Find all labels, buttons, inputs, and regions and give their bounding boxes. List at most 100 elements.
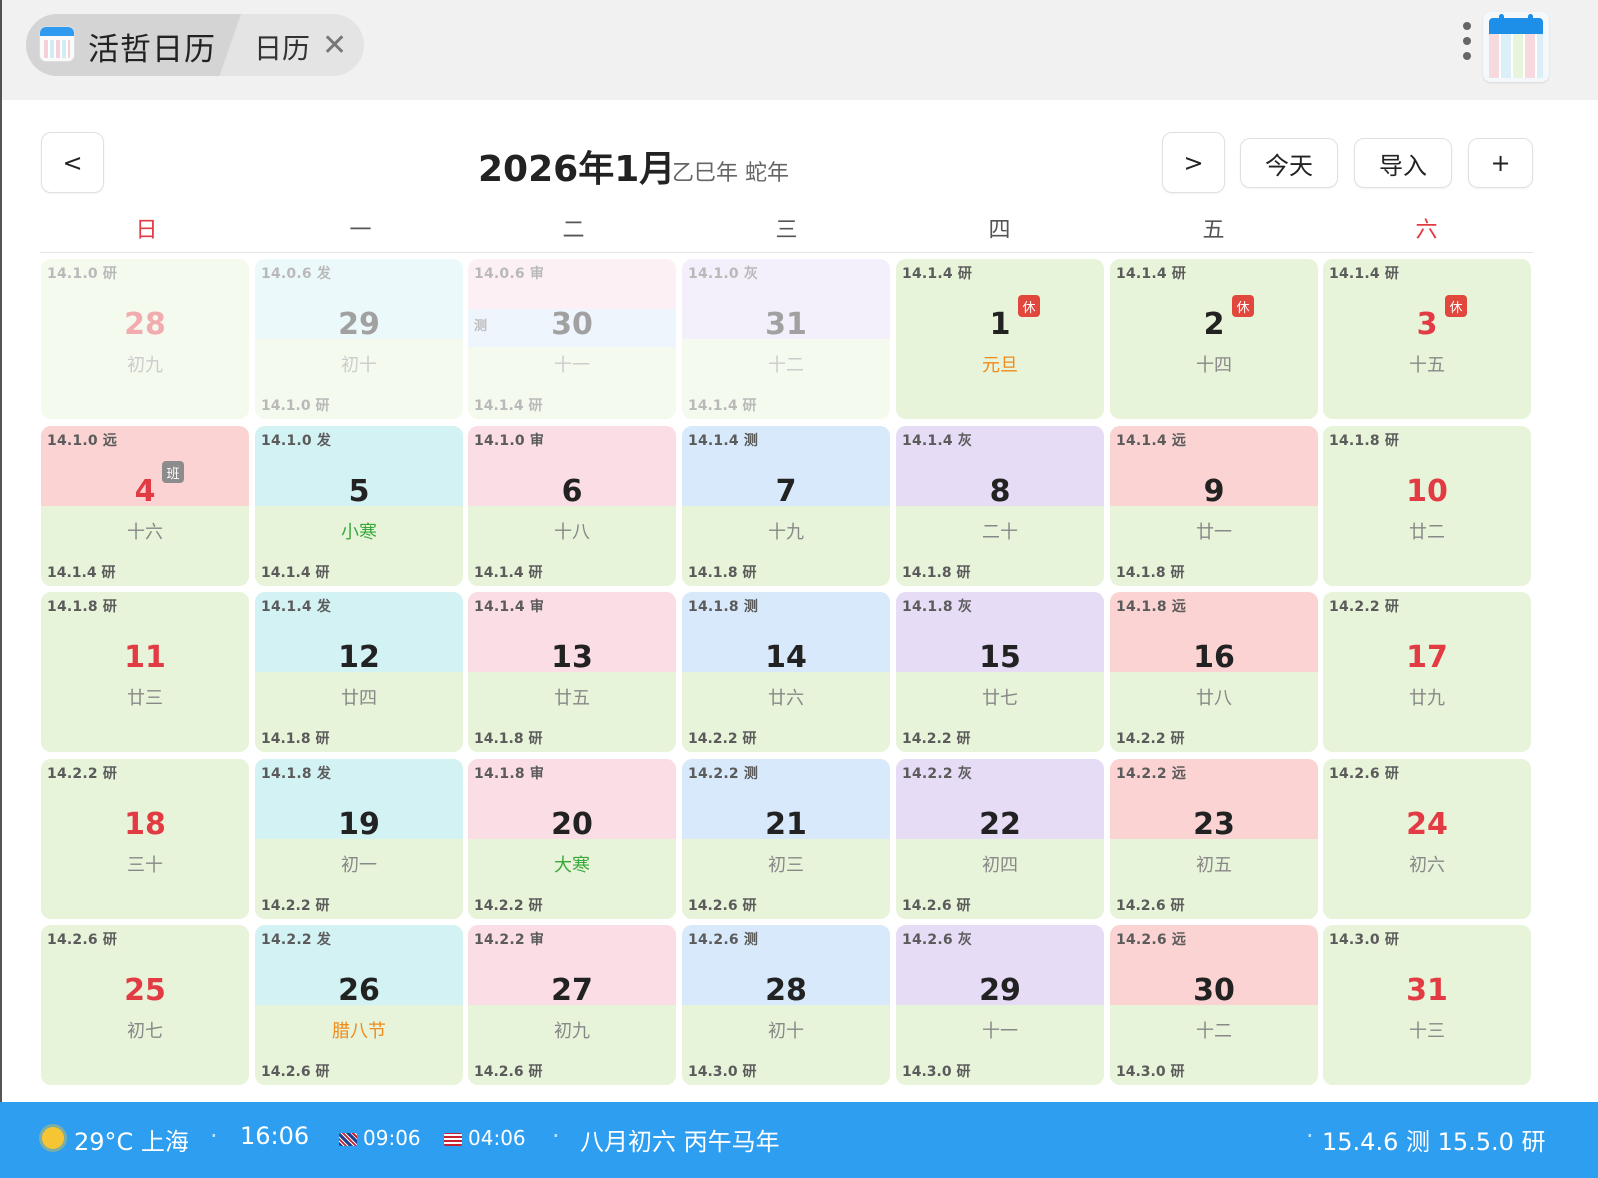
day-cell[interactable]: 14.1.8 研 10 廿二	[1323, 426, 1531, 586]
day-cell[interactable]: 14.1.0 审 6 十八 14.1.4 研	[468, 426, 676, 586]
import-button[interactable]: 导入	[1354, 138, 1452, 188]
ganzhi-year: 乙巳年 蛇年	[672, 161, 789, 186]
day-number: 13	[551, 640, 593, 675]
lunar-date: 十二	[768, 355, 804, 376]
event-label-top: 14.1.8 研	[1329, 433, 1400, 449]
lunar-date: 十五	[1409, 355, 1445, 376]
event-label-bottom: 14.1.4 研	[688, 398, 757, 414]
day-cell[interactable]: 14.2.2 灰 22 初四 14.2.6 研	[896, 759, 1104, 919]
day-cell[interactable]: 14.2.2 测 21 初三 14.2.6 研	[682, 759, 890, 919]
day-cell[interactable]: 14.1.4 研 3 十五 休	[1323, 259, 1531, 419]
day-number: 18	[124, 807, 166, 842]
event-label-top: 14.0.6 发	[261, 266, 332, 282]
lunar-date: 廿一	[1196, 522, 1232, 543]
holiday-badge: 休	[1445, 295, 1467, 317]
lunar-date: 初十	[341, 355, 377, 376]
event-label-bottom: 14.2.6 研	[688, 898, 757, 914]
lunar-date: 十三	[1409, 1021, 1445, 1042]
event-label-top: 14.1.0 灰	[688, 266, 759, 282]
next-month-button[interactable]: >	[1162, 132, 1225, 193]
day-cell[interactable]: 14.2.2 发 26 腊八节 14.2.6 研	[255, 925, 463, 1085]
day-cell[interactable]: 14.1.4 研 2 十四 休	[1110, 259, 1318, 419]
add-button[interactable]: +	[1468, 138, 1533, 188]
day-cell[interactable]: 14.3.0 研 31 十三	[1323, 925, 1531, 1085]
lunar-date: 元旦	[982, 355, 1018, 376]
tab-app[interactable]: 活哲日历	[26, 14, 241, 76]
lunar-date: 廿四	[341, 688, 377, 709]
weekday-header: 日 一 二 三 四 五 六	[40, 212, 1533, 253]
day-cell[interactable]: 14.2.2 远 23 初五 14.2.6 研	[1110, 759, 1318, 919]
lunar-date: 初三	[768, 855, 804, 876]
day-number: 16	[1193, 640, 1235, 675]
tab-strip: 活哲日历 日历 ✕	[26, 14, 364, 76]
day-cell[interactable]: 14.2.6 研 25 初七	[41, 925, 249, 1085]
more-vertical-icon[interactable]	[1457, 22, 1477, 66]
day-number: 26	[338, 973, 380, 1008]
event-label-bottom: 14.1.8 研	[1116, 565, 1185, 581]
event-label-top: 14.2.2 测	[688, 766, 759, 782]
day-number: 9	[1203, 474, 1225, 509]
day-cell[interactable]: 14.2.6 远 30 十二 14.3.0 研	[1110, 925, 1318, 1085]
event-label-bottom: 14.1.4 研	[47, 565, 116, 581]
day-cell[interactable]: 14.1.0 灰 31 十二 14.1.4 研	[682, 259, 890, 419]
day-cell[interactable]: 14.1.0 研 28 初九	[41, 259, 249, 419]
window-edge	[0, 0, 2, 1178]
close-icon[interactable]: ✕	[322, 28, 347, 63]
day-cell[interactable]: 14.1.8 审 20 大寒 14.2.2 研	[468, 759, 676, 919]
event-label-bottom: 14.2.2 研	[474, 898, 543, 914]
event-label-top: 14.2.6 远	[1116, 932, 1187, 948]
day-cell[interactable]: 14.1.4 灰 8 二十 14.1.8 研	[896, 426, 1104, 586]
today-button[interactable]: 今天	[1240, 138, 1338, 188]
prev-month-button[interactable]: <	[41, 132, 104, 193]
day-cell[interactable]: 14.0.6 发 29 初十 14.1.0 研	[255, 259, 463, 419]
day-cell[interactable]: 14.1.8 灰 15 廿七 14.2.2 研	[896, 592, 1104, 752]
day-cell[interactable]: 14.2.6 研 24 初六	[1323, 759, 1531, 919]
separator: ·	[210, 1122, 218, 1150]
day-cell[interactable]: 14.1.4 测 7 十九 14.1.8 研	[682, 426, 890, 586]
day-number: 29	[979, 973, 1021, 1008]
day-cell[interactable]: 14.1.4 远 9 廿一 14.1.8 研	[1110, 426, 1318, 586]
day-cell[interactable]: 14.2.2 研 18 三十	[41, 759, 249, 919]
lunar-date: 初九	[127, 355, 163, 376]
weekday-sun: 日	[135, 218, 158, 243]
day-cell[interactable]: 14.1.0 远 4 十六 14.1.4 研 班	[41, 426, 249, 586]
lunar-date: 廿三	[127, 688, 163, 709]
event-label-bottom: 14.1.8 研	[902, 565, 971, 581]
day-number: 14	[765, 640, 807, 675]
day-cell[interactable]: 14.1.4 审 13 廿五 14.1.8 研	[468, 592, 676, 752]
day-cell[interactable]: 14.1.8 测 14 廿六 14.2.2 研	[682, 592, 890, 752]
lunar-date: 廿八	[1196, 688, 1232, 709]
event-label-top: 14.2.6 研	[47, 932, 118, 948]
day-cell[interactable]: 14.2.2 研 17 廿九	[1323, 592, 1531, 752]
event-label-top: 14.1.4 发	[261, 599, 332, 615]
lunar-date: 小寒	[341, 522, 377, 543]
event-label-top: 14.1.4 测	[688, 433, 759, 449]
day-cell[interactable]: 14.1.4 研 1 元旦 休	[896, 259, 1104, 419]
day-number: 7	[775, 474, 797, 509]
day-cell[interactable]: 14.1.8 发 19 初一 14.2.2 研	[255, 759, 463, 919]
event-label-bottom: 14.1.8 研	[474, 731, 543, 747]
day-number: 31	[765, 307, 807, 342]
day-number: 1	[989, 307, 1011, 342]
sun-icon	[42, 1127, 64, 1149]
tab-calendar[interactable]: 日历	[254, 27, 310, 67]
day-cell[interactable]: 14.2.6 测 28 初十 14.3.0 研	[682, 925, 890, 1085]
day-cell[interactable]: 14.1.8 研 11 廿三	[41, 592, 249, 752]
day-cell[interactable]: 14.2.2 审 27 初九 14.2.6 研	[468, 925, 676, 1085]
day-cell[interactable]: 14.1.4 发 12 廿四 14.1.8 研	[255, 592, 463, 752]
day-cell[interactable]: 14.0.6 审测 30 十一 14.1.4 研	[468, 259, 676, 419]
day-number: 8	[989, 474, 1011, 509]
event-label-top: 14.1.8 审	[474, 766, 545, 782]
calendar-icon[interactable]	[1483, 12, 1549, 82]
event-label-top: 14.1.4 研	[902, 266, 973, 282]
day-cell[interactable]: 14.2.6 灰 29 十一 14.3.0 研	[896, 925, 1104, 1085]
day-cell[interactable]: 14.1.0 发 5 小寒 14.1.4 研	[255, 426, 463, 586]
event-label-top: 14.2.6 研	[1329, 766, 1400, 782]
weather-text: 29°C 上海	[74, 1128, 189, 1156]
day-cell[interactable]: 14.1.8 远 16 廿八 14.2.2 研	[1110, 592, 1318, 752]
us-flag-icon	[444, 1133, 462, 1146]
weekday-tue: 二	[562, 218, 585, 243]
day-number: 28	[124, 307, 166, 342]
event-label-bottom: 14.3.0 研	[1116, 1064, 1185, 1080]
day-number: 4	[134, 474, 156, 509]
